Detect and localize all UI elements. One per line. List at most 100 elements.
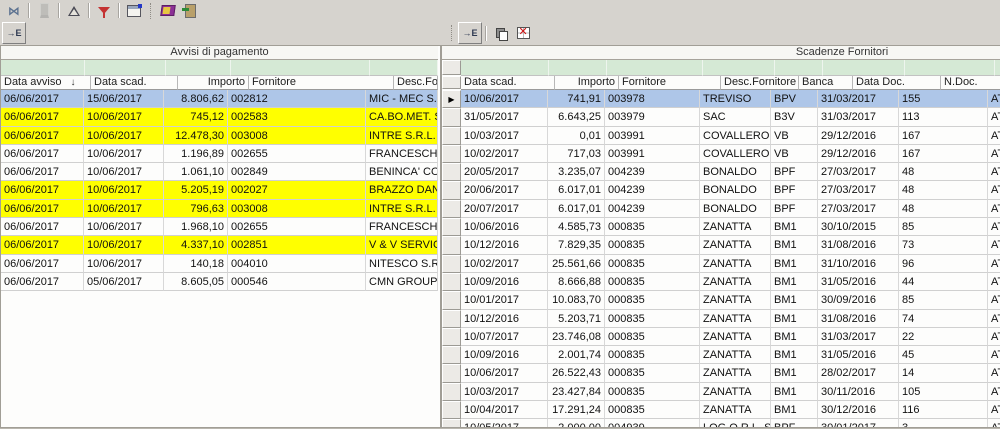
cell-data-doc: 31/05/2016 — [818, 346, 899, 364]
table-row[interactable]: 10/09/2016 2.001,74 000835 ZANATTA BM1 3… — [442, 346, 1000, 364]
toolbar-separator — [58, 3, 60, 18]
column-header-importo[interactable]: Importo — [555, 76, 619, 90]
table-row[interactable]: 10/06/2016 4.585,73 000835 ZANATTA BM1 3… — [442, 218, 1000, 236]
column-header-data-scad[interactable]: Data scad. — [461, 76, 555, 90]
table-row[interactable]: 10/03/2017 23.427,84 000835 ZANATTA BM1 … — [442, 383, 1000, 401]
cell-importo: 6.017,01 — [548, 181, 605, 199]
delete-rows-button[interactable] — [512, 24, 534, 42]
table-row[interactable]: 06/06/2017 10/06/2017 12.478,30 003008 I… — [1, 127, 438, 145]
edit-button[interactable] — [63, 2, 85, 20]
table-row[interactable]: 10/02/2017 717,03 003991 COVALLERO & VB … — [442, 145, 1000, 163]
table-row[interactable]: 10/02/2017 25.561,66 000835 ZANATTA BM1 … — [442, 255, 1000, 273]
row-selector[interactable] — [442, 145, 461, 163]
column-header-n-doc[interactable]: N.Doc. — [941, 76, 1000, 90]
row-selector[interactable] — [442, 383, 461, 401]
row-selector[interactable] — [442, 419, 461, 428]
cell-data-scad: 10/07/2017 — [461, 328, 548, 346]
cell-data-avviso: 06/06/2017 — [1, 273, 84, 291]
cell-data-avviso: 06/06/2017 — [1, 236, 84, 254]
column-header-fornitore[interactable]: Fornitore — [619, 76, 721, 90]
row-selector[interactable] — [442, 236, 461, 254]
cell-desc-fornitore: CMN GROUP SR — [366, 273, 438, 291]
fit-columns-button[interactable]: ⋈ — [3, 2, 25, 20]
cell-fornitore: 003978 — [605, 90, 700, 108]
cell-data-doc: 31/05/2016 — [818, 273, 899, 291]
column-chart-button[interactable] — [33, 2, 55, 20]
properties-button[interactable] — [123, 2, 145, 20]
row-selector[interactable] — [442, 127, 461, 145]
cell-n-doc: 85 — [899, 218, 988, 236]
left-tree-button[interactable]: →E — [2, 22, 26, 44]
book-button[interactable] — [157, 2, 179, 20]
copy-pages-icon — [496, 28, 507, 39]
exit-button[interactable] — [179, 2, 201, 20]
column-header-data-avviso[interactable]: Data avviso↓ — [1, 76, 91, 90]
column-header-data-scad[interactable]: Data scad. — [91, 76, 178, 90]
table-row[interactable]: 10/12/2016 7.829,35 000835 ZANATTA BM1 3… — [442, 236, 1000, 254]
row-selector[interactable]: ▶ — [442, 90, 461, 108]
table-row[interactable]: ▶ 10/06/2017 741,91 003978 TREVISO BPV 3… — [442, 90, 1000, 108]
table-row[interactable]: 31/05/2017 6.643,25 003979 SAC B3V 31/03… — [442, 108, 1000, 126]
column-header-banca[interactable]: Banca — [799, 76, 853, 90]
cell-fornitore: 000835 — [605, 273, 700, 291]
table-row[interactable]: 10/05/2017 2.000,00 004939 LOG O.R.L. S … — [442, 419, 1000, 428]
copy-button[interactable] — [490, 24, 512, 42]
row-selector[interactable] — [442, 200, 461, 218]
toolbar-drag-handle[interactable] — [451, 25, 453, 41]
cell-importo: 25.561,66 — [548, 255, 605, 273]
table-row[interactable]: 06/06/2017 10/06/2017 140,18 004010 NITE… — [1, 255, 438, 273]
table-row[interactable]: 06/06/2017 10/06/2017 4.337,10 002851 V … — [1, 236, 438, 254]
row-selector[interactable] — [442, 218, 461, 236]
right-grid-body: ▶ 10/06/2017 741,91 003978 TREVISO BPV 3… — [442, 90, 1000, 428]
table-row[interactable]: 06/06/2017 10/06/2017 1.968,10 002655 FR… — [1, 218, 438, 236]
right-filter-band — [442, 60, 1000, 76]
table-row[interactable]: 06/06/2017 10/06/2017 5.205,19 002027 BR… — [1, 181, 438, 199]
row-selector[interactable] — [442, 255, 461, 273]
cell-importo: 8.806,62 — [164, 90, 228, 108]
row-selector[interactable] — [442, 291, 461, 309]
column-header-fornitore[interactable]: Fornitore — [249, 76, 394, 90]
table-row[interactable]: 06/06/2017 10/06/2017 1.061,10 002849 BE… — [1, 163, 438, 181]
table-row[interactable]: 10/06/2017 26.522,43 000835 ZANATTA BM1 … — [442, 364, 1000, 382]
row-selector[interactable] — [442, 328, 461, 346]
row-selector[interactable] — [442, 401, 461, 419]
row-selector[interactable] — [442, 181, 461, 199]
column-header-data-doc[interactable]: Data Doc. — [853, 76, 941, 90]
table-row[interactable]: 06/06/2017 15/06/2017 8.806,62 002812 MI… — [1, 90, 438, 108]
table-row[interactable]: 20/07/2017 6.017,01 004239 BONALDO BPF 2… — [442, 200, 1000, 218]
cell-desc-fornitore: ZANATTA — [700, 346, 771, 364]
cell-data-scad: 20/05/2017 — [461, 163, 548, 181]
table-row[interactable]: 06/06/2017 10/06/2017 745,12 002583 CA.B… — [1, 108, 438, 126]
table-row[interactable]: 10/12/2016 5.203,71 000835 ZANATTA BM1 3… — [442, 310, 1000, 328]
row-selector[interactable] — [442, 346, 461, 364]
toolbar-drag-handle[interactable] — [150, 3, 152, 19]
row-selector[interactable] — [442, 163, 461, 181]
cell-importo: 5.203,71 — [548, 310, 605, 328]
cell-banca: BPF — [771, 163, 818, 181]
column-header-desc-fornitore[interactable]: Desc.Fornitore — [721, 76, 799, 90]
table-row[interactable]: 10/01/2017 10.083,70 000835 ZANATTA BM1 … — [442, 291, 1000, 309]
table-row[interactable]: 10/03/2017 0,01 003991 COVALLERO & VB 29… — [442, 127, 1000, 145]
table-row[interactable]: 10/07/2017 23.746,08 000835 ZANATTA BM1 … — [442, 328, 1000, 346]
table-row[interactable]: 20/06/2017 6.017,01 004239 BONALDO BPF 2… — [442, 181, 1000, 199]
row-selector[interactable] — [442, 310, 461, 328]
table-row[interactable]: 06/06/2017 10/06/2017 796,63 003008 INTR… — [1, 200, 438, 218]
row-selector[interactable] — [442, 108, 461, 126]
cell-banca: B3V — [771, 108, 818, 126]
table-row[interactable]: 06/06/2017 10/06/2017 1.196,89 002655 FR… — [1, 145, 438, 163]
row-selector[interactable] — [442, 273, 461, 291]
exit-door-icon — [185, 4, 196, 18]
table-row[interactable]: 06/06/2017 05/06/2017 8.605,05 000546 CM… — [1, 273, 438, 291]
cell-data-scad: 10/06/2017 — [84, 108, 164, 126]
cell-banca: BPV — [771, 90, 818, 108]
row-selector[interactable] — [442, 364, 461, 382]
cell-importo: 7.829,35 — [548, 236, 605, 254]
table-row[interactable]: 20/05/2017 3.235,07 004239 BONALDO BPF 2… — [442, 163, 1000, 181]
cell-importo: 8.666,88 — [548, 273, 605, 291]
right-tree-button[interactable]: →E — [458, 22, 482, 44]
table-row[interactable]: 10/09/2016 8.666,88 000835 ZANATTA BM1 3… — [442, 273, 1000, 291]
table-row[interactable]: 10/04/2017 17.291,24 000835 ZANATTA BM1 … — [442, 401, 1000, 419]
column-header-desc-fornitore[interactable]: Desc.Fornitore — [394, 76, 438, 90]
filter-button[interactable] — [93, 2, 115, 20]
column-header-importo[interactable]: Importo — [178, 76, 249, 90]
